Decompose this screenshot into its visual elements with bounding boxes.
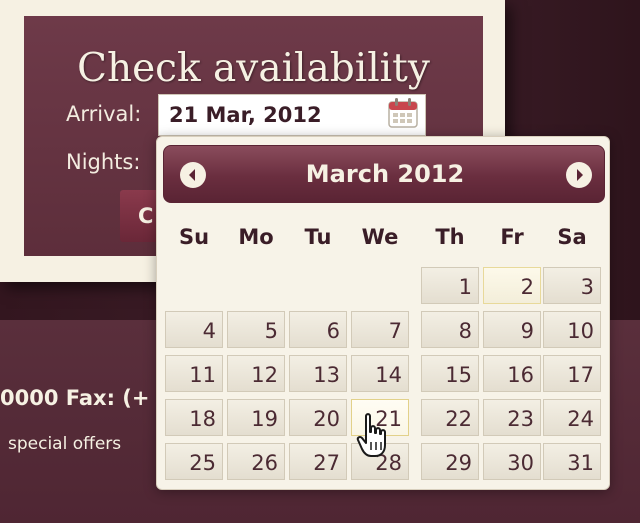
day-cell-9[interactable]: 9 bbox=[483, 311, 541, 348]
weekday-sa: Sa bbox=[557, 225, 587, 249]
datepicker-header: March 2012 bbox=[163, 145, 605, 203]
contact-text: 0000 Fax: (+ bbox=[0, 386, 150, 410]
day-cell-23[interactable]: 23 bbox=[483, 399, 541, 436]
day-cell-1[interactable]: 1 bbox=[421, 267, 479, 304]
day-cell-17[interactable]: 17 bbox=[543, 355, 601, 392]
day-cell-4[interactable]: 4 bbox=[165, 311, 223, 348]
nights-label: Nights: bbox=[66, 150, 141, 174]
day-cell-12[interactable]: 12 bbox=[227, 355, 285, 392]
arrival-label: Arrival: bbox=[66, 102, 142, 126]
weekday-we: We bbox=[361, 225, 399, 249]
day-cell-25[interactable]: 25 bbox=[165, 443, 223, 480]
day-cell-31[interactable]: 31 bbox=[543, 443, 601, 480]
weekday-su: Su bbox=[178, 225, 210, 249]
day-cell-20[interactable]: 20 bbox=[289, 399, 347, 436]
day-cell-5[interactable]: 5 bbox=[227, 311, 285, 348]
day-cell-18[interactable]: 18 bbox=[165, 399, 223, 436]
day-cell-30[interactable]: 30 bbox=[483, 443, 541, 480]
day-cell-14[interactable]: 14 bbox=[351, 355, 409, 392]
next-month-icon[interactable] bbox=[566, 162, 592, 188]
special-offers-link[interactable]: special offers bbox=[8, 434, 121, 454]
day-cell-13[interactable]: 13 bbox=[289, 355, 347, 392]
day-cell-11[interactable]: 11 bbox=[165, 355, 223, 392]
weekday-mo: Mo bbox=[238, 225, 274, 249]
day-cell-15[interactable]: 15 bbox=[421, 355, 479, 392]
weekday-fr: Fr bbox=[500, 225, 524, 249]
day-cell-16[interactable]: 16 bbox=[483, 355, 541, 392]
day-cell-24[interactable]: 24 bbox=[543, 399, 601, 436]
day-cell-27[interactable]: 27 bbox=[289, 443, 347, 480]
calendar-icon[interactable] bbox=[386, 96, 420, 130]
datepicker-month-title: March 2012 bbox=[305, 160, 465, 188]
day-cell-2[interactable]: 2 bbox=[483, 267, 541, 304]
day-cell-6[interactable]: 6 bbox=[289, 311, 347, 348]
day-cell-10[interactable]: 10 bbox=[543, 311, 601, 348]
form-title: Check availability bbox=[77, 46, 430, 91]
day-cell-7[interactable]: 7 bbox=[351, 311, 409, 348]
day-cell-3[interactable]: 3 bbox=[543, 267, 601, 304]
weekday-tu: Tu bbox=[304, 225, 332, 249]
weekday-th: Th bbox=[435, 225, 465, 249]
day-cell-26[interactable]: 26 bbox=[227, 443, 285, 480]
arrival-date-value: 21 Mar, 2012 bbox=[169, 103, 322, 127]
check-button[interactable]: C bbox=[120, 190, 160, 242]
day-cell-29[interactable]: 29 bbox=[421, 443, 479, 480]
day-cell-19[interactable]: 19 bbox=[227, 399, 285, 436]
day-cell-8[interactable]: 8 bbox=[421, 311, 479, 348]
hand-pointer-icon bbox=[356, 412, 392, 460]
day-cell-22[interactable]: 22 bbox=[421, 399, 479, 436]
